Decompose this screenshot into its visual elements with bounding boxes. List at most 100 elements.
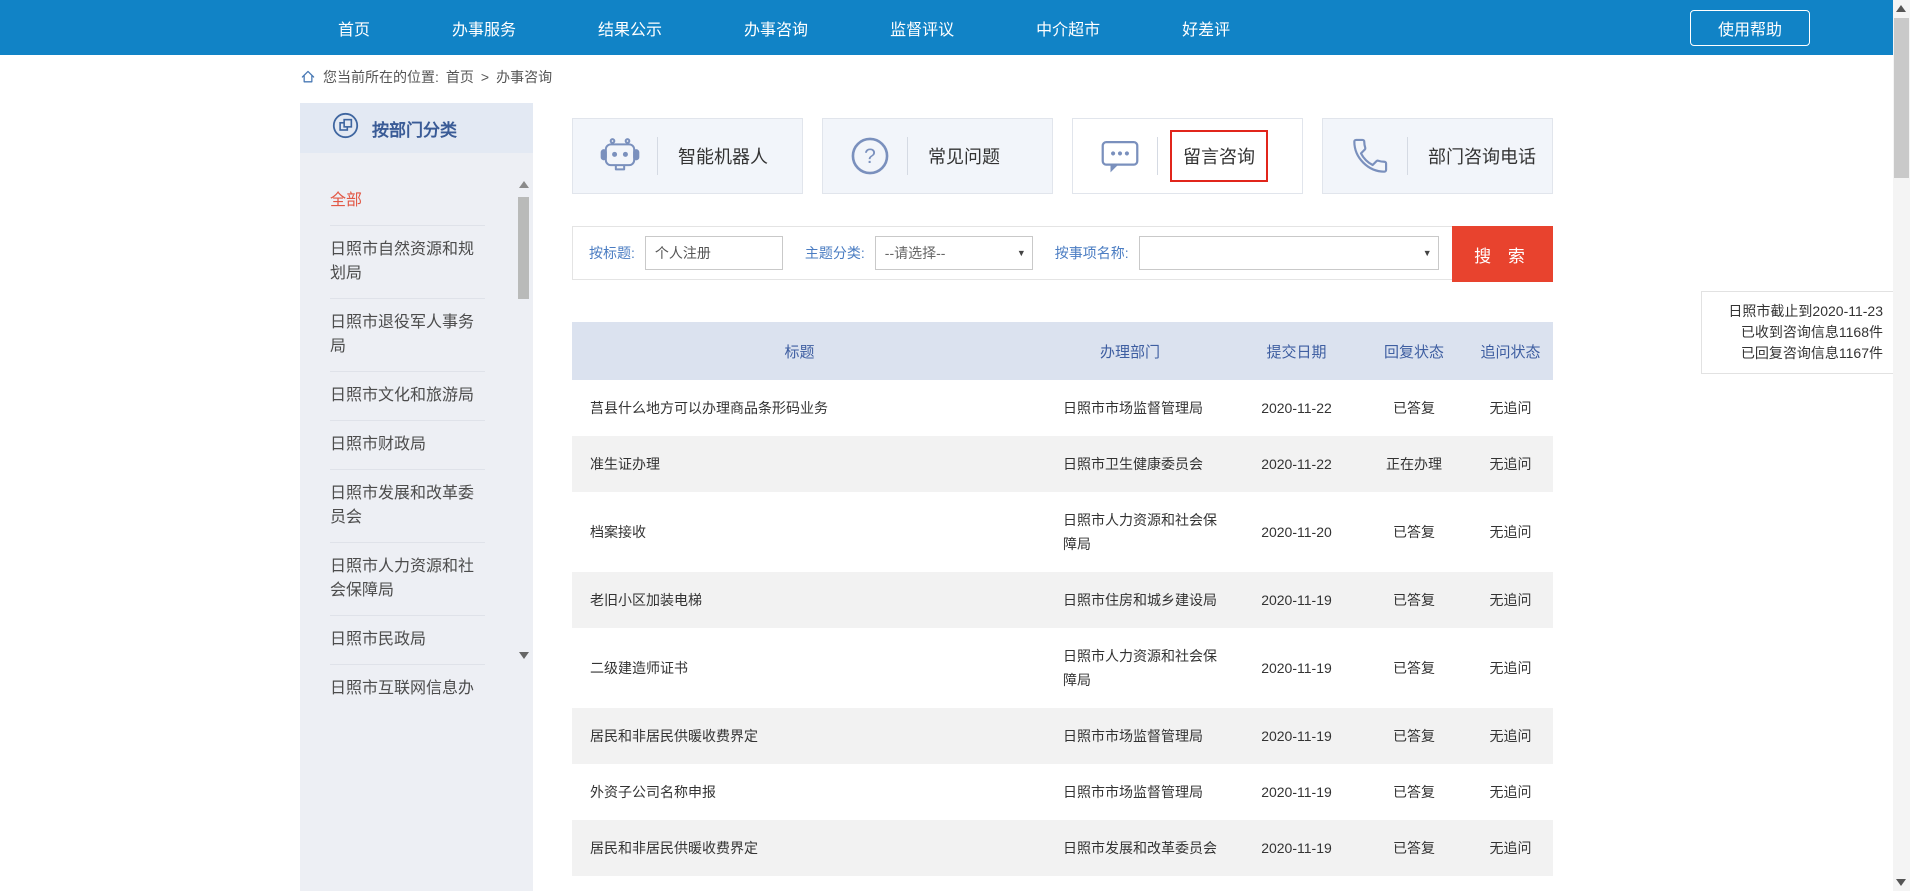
stats-box: 日照市截止到2020-11-23 已收到咨询信息1168件 已回复咨询信息116…: [1701, 291, 1894, 374]
tab-label: 留言咨询: [1170, 130, 1268, 182]
department-list: 全部日照市自然资源和规划局日照市退役军人事务局日照市文化和旅游局日照市财政局日照…: [300, 153, 533, 713]
title-filter-label: 按标题:: [589, 243, 635, 263]
breadcrumb-home-link[interactable]: 首页: [446, 67, 474, 87]
sidebar-scrollbar-thumb[interactable]: [518, 197, 529, 299]
sidebar-item[interactable]: 日照市发展和改革委员会: [330, 470, 485, 543]
table-row: 准生证办理日照市卫生健康委员会2020-11-22正在办理无追问: [572, 436, 1553, 492]
cell-title[interactable]: 莒县什么地方可以办理商品条形码业务: [572, 380, 1027, 436]
top-nav: 首页 办事服务 结果公示 办事咨询 监督评议 中介超市 好差评 使用帮助: [0, 0, 1910, 55]
cell-title[interactable]: 老旧小区加装电梯: [572, 572, 1027, 628]
cell-title[interactable]: 二级建造师证书: [572, 628, 1027, 708]
tab-smart-robot[interactable]: 智能机器人: [572, 118, 803, 194]
main-content: 智能机器人?常见问题留言咨询部门咨询电话 按标题: 主题分类: --请选择-- …: [572, 118, 1553, 194]
column-header: 标题: [572, 322, 1027, 380]
stats-line3: 已回复咨询信息1167件: [1712, 343, 1883, 364]
tab-department-phone[interactable]: 部门咨询电话: [1322, 118, 1553, 194]
robot-icon: [599, 135, 641, 177]
cell-date: 2020-11-20: [1233, 492, 1360, 572]
cell-title[interactable]: 居民和非居民供暖收费界定: [572, 820, 1027, 876]
tab-divider: [1407, 137, 1408, 175]
cell-reply: 已答复: [1360, 492, 1468, 572]
message-icon: [1099, 135, 1141, 177]
cell-title[interactable]: 档案接收: [572, 492, 1027, 572]
tab-faq[interactable]: ?常见问题: [822, 118, 1053, 194]
table-row: 莒县什么地方可以办理商品条形码业务日照市市场监督管理局2020-11-22已答复…: [572, 380, 1553, 436]
tab-label: 部门咨询电话: [1428, 143, 1536, 169]
cell-follow: 无追问: [1468, 572, 1553, 628]
nav-item[interactable]: 好差评: [1182, 16, 1230, 40]
sidebar-item[interactable]: 全部: [330, 177, 485, 226]
nav-item[interactable]: 中介超市: [1036, 16, 1100, 40]
tab-divider: [1157, 137, 1158, 175]
cell-title[interactable]: 外资子公司名称申报: [572, 764, 1027, 820]
table-row: 档案接收日照市人力资源和社会保障局2020-11-20已答复无追问: [572, 492, 1553, 572]
category-select[interactable]: --请选择-- ▼: [875, 236, 1033, 270]
cell-dept: 日照市市场监督管理局: [1027, 708, 1233, 764]
column-header: 提交日期: [1233, 322, 1360, 380]
phone-icon: [1349, 135, 1391, 177]
cell-follow: 无追问: [1468, 492, 1553, 572]
cell-follow: 无追问: [1468, 436, 1553, 492]
sidebar-header: 按部门分类: [300, 103, 533, 153]
breadcrumb: 您当前所在的位置: 首页 > 办事咨询: [300, 63, 552, 91]
consult-table: 标题办理部门提交日期回复状态追问状态 莒县什么地方可以办理商品条形码业务日照市市…: [572, 322, 1553, 876]
column-header: 追问状态: [1468, 322, 1553, 380]
breadcrumb-separator: >: [481, 69, 489, 85]
tab-message-consult[interactable]: 留言咨询: [1072, 118, 1303, 194]
nav-item[interactable]: 办事服务: [452, 16, 516, 40]
cell-dept: 日照市人力资源和社会保障局: [1027, 628, 1233, 708]
search-button[interactable]: 搜 索: [1452, 226, 1553, 282]
cell-follow: 无追问: [1468, 708, 1553, 764]
cell-date: 2020-11-19: [1233, 764, 1360, 820]
sidebar-item[interactable]: 日照市人力资源和社会保障局: [330, 543, 485, 616]
cell-date: 2020-11-22: [1233, 436, 1360, 492]
scroll-down-icon[interactable]: [1896, 879, 1906, 886]
tab-divider: [657, 137, 658, 175]
nav-item[interactable]: 监督评议: [890, 16, 954, 40]
sidebar-item[interactable]: 日照市退役军人事务局: [330, 299, 485, 372]
sidebar-item[interactable]: 日照市互联网信息办: [330, 665, 485, 713]
category-icon: [332, 112, 359, 144]
item-select[interactable]: ▼: [1139, 236, 1439, 270]
sidebar-item[interactable]: 日照市自然资源和规划局: [330, 226, 485, 299]
cell-title[interactable]: 准生证办理: [572, 436, 1027, 492]
sidebar-item[interactable]: 日照市文化和旅游局: [330, 372, 485, 421]
scroll-down-icon[interactable]: [519, 652, 529, 659]
page: 首页 办事服务 结果公示 办事咨询 监督评议 中介超市 好差评 使用帮助 您当前所在的位置:…: [0, 0, 1910, 891]
category-filter-label: 主题分类:: [805, 243, 865, 263]
title-search-input[interactable]: [645, 236, 783, 270]
table-row: 二级建造师证书日照市人力资源和社会保障局2020-11-19已答复无追问: [572, 628, 1553, 708]
column-header: 回复状态: [1360, 322, 1468, 380]
cell-date: 2020-11-19: [1233, 628, 1360, 708]
cell-reply: 已答复: [1360, 628, 1468, 708]
cell-date: 2020-11-22: [1233, 380, 1360, 436]
cell-title[interactable]: 居民和非居民供暖收费界定: [572, 708, 1027, 764]
cell-reply: 已答复: [1360, 380, 1468, 436]
tab-label: 智能机器人: [678, 143, 768, 169]
cell-reply: 已答复: [1360, 764, 1468, 820]
sidebar-item[interactable]: 日照市民政局: [330, 616, 485, 665]
cell-dept: 日照市卫生健康委员会: [1027, 436, 1233, 492]
cell-reply: 已答复: [1360, 820, 1468, 876]
home-icon: [300, 69, 316, 85]
page-scrollbar[interactable]: [1893, 0, 1910, 891]
help-button[interactable]: 使用帮助: [1690, 10, 1810, 46]
tab-divider: [907, 137, 908, 175]
page-scrollbar-thumb[interactable]: [1894, 18, 1909, 178]
scroll-up-icon[interactable]: [519, 181, 529, 188]
cell-follow: 无追问: [1468, 820, 1553, 876]
nav-item[interactable]: 首页: [338, 16, 370, 40]
stats-line2: 已收到咨询信息1168件: [1712, 322, 1883, 343]
nav-item[interactable]: 结果公示: [598, 16, 662, 40]
cell-reply: 正在办理: [1360, 436, 1468, 492]
cell-dept: 日照市人力资源和社会保障局: [1027, 492, 1233, 572]
cell-reply: 已答复: [1360, 572, 1468, 628]
sidebar-title: 按部门分类: [372, 116, 457, 141]
scroll-up-icon[interactable]: [1896, 5, 1906, 12]
sidebar-scrollbar[interactable]: [518, 181, 530, 659]
nav-item[interactable]: 办事咨询: [744, 16, 808, 40]
svg-text:?: ?: [864, 145, 876, 168]
item-filter-label: 按事项名称:: [1055, 243, 1129, 263]
cell-reply: 已答复: [1360, 708, 1468, 764]
sidebar-item[interactable]: 日照市财政局: [330, 421, 485, 470]
